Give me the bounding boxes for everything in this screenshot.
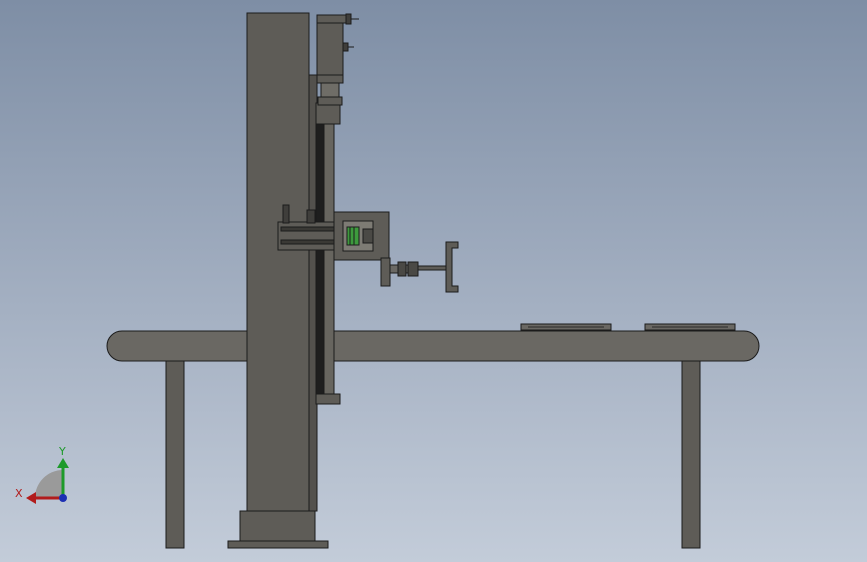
table-leg-right [681,358,701,549]
conveyor-belt [106,330,760,362]
gripper [389,241,459,293]
motor-flange [316,74,344,84]
axis-slot [315,107,325,395]
y-arrow-head [57,458,69,468]
axis-top-block [315,102,341,125]
axis-end-stop [315,393,341,405]
gripper-shaft [417,265,447,271]
gripper-claw [445,241,459,293]
axis-rail [323,107,335,395]
model-canvas[interactable]: Y X [0,0,867,562]
conveyor-table [106,323,760,549]
carriage-block [277,221,337,251]
servo-motor [316,13,359,106]
coupling-lower [317,96,343,106]
cad-viewport[interactable]: Y X [0,0,867,562]
assembly [106,12,760,549]
green-bearing [346,226,360,246]
motor-cap [316,14,347,24]
triad-arc [35,470,63,498]
table-leg-left [165,358,185,549]
x-axis-label: X [15,487,23,500]
column-main [246,12,310,512]
column-base-plate [227,540,329,549]
coupling [320,82,340,98]
orientation-triad: Y X [15,445,69,504]
x-arrow-head [26,492,36,504]
column-base [239,510,316,542]
z-axis-dot [59,494,67,502]
y-axis-label: Y [58,445,66,458]
arm-bracket [380,257,391,287]
vertical-column [227,12,329,549]
motor-body [316,17,344,77]
